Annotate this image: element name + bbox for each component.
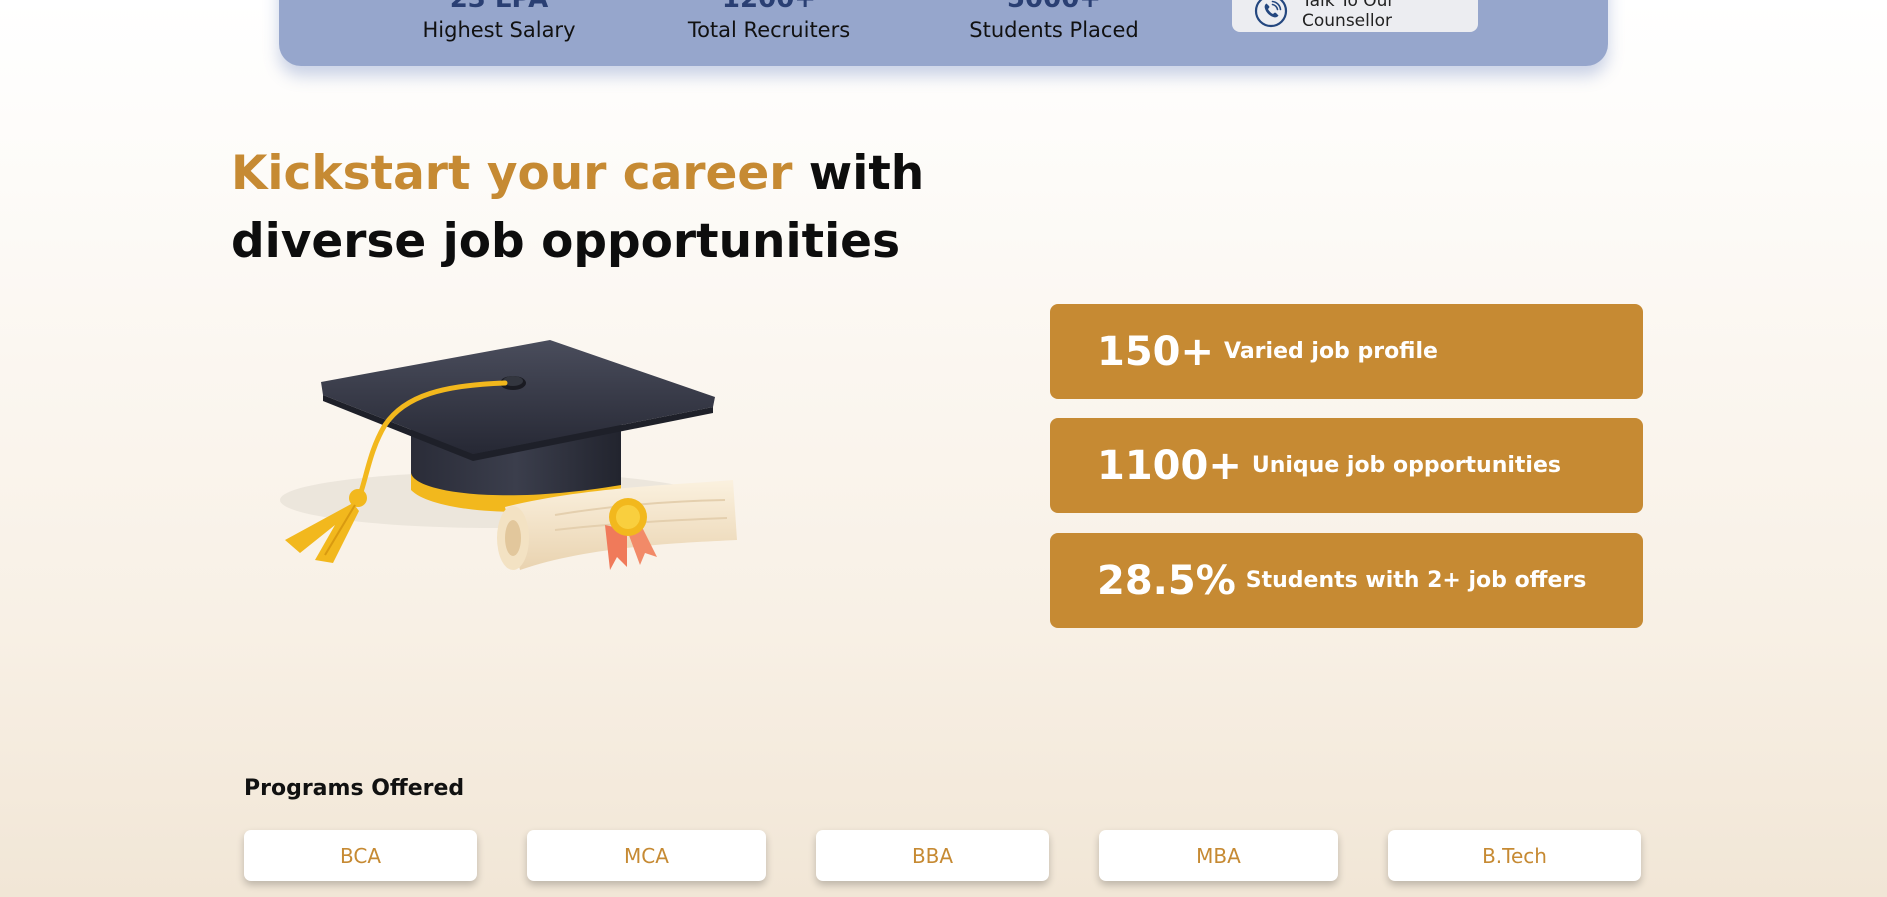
- page-headline: Kickstart your career with diverse job op…: [231, 140, 924, 276]
- highlight-text: Varied job profile: [1224, 339, 1438, 364]
- stats-banner: 23 LPA Highest Salary 1200+ Total Recrui…: [279, 0, 1608, 66]
- phone-icon: [1254, 0, 1288, 28]
- stat-label: Students Placed: [969, 18, 1139, 42]
- headline-line2: diverse job opportunities: [231, 214, 901, 269]
- talk-to-counsellor-button[interactable]: Talk To Our Counsellor: [1232, 0, 1478, 32]
- program-button-bca[interactable]: BCA: [244, 830, 477, 881]
- highlight-card-job-opportunities: 1100+ Unique job opportunities: [1050, 418, 1643, 513]
- stat-label: Total Recruiters: [687, 18, 851, 42]
- highlight-card-job-profiles: 150+ Varied job profile: [1050, 304, 1643, 399]
- program-button-mca[interactable]: MCA: [527, 830, 766, 881]
- highlight-card-job-offers: 28.5% Students with 2+ job offers: [1050, 533, 1643, 628]
- program-button-mba[interactable]: MBA: [1099, 830, 1338, 881]
- headline-accent: Kickstart your career: [231, 146, 793, 201]
- program-button-btech[interactable]: B.Tech: [1388, 830, 1641, 881]
- stat-value: 5000+: [944, 0, 1164, 14]
- stat-value: 1200+: [669, 0, 869, 14]
- stat-students-placed: 5000+ Students Placed: [944, 0, 1164, 44]
- highlight-number: 1100+: [1097, 442, 1242, 489]
- stat-total-recruiters: 1200+ Total Recruiters: [669, 0, 869, 44]
- stat-highest-salary: 23 LPA Highest Salary: [399, 0, 599, 44]
- graduation-cap-illustration: [280, 340, 737, 570]
- counsellor-button-label: Talk To Our Counsellor: [1302, 0, 1395, 31]
- stat-label: Highest Salary: [422, 18, 576, 42]
- stat-value: 23 LPA: [399, 0, 599, 14]
- highlight-number: 150+: [1097, 328, 1215, 375]
- highlight-number: 28.5%: [1097, 557, 1236, 604]
- headline-rest: with: [792, 146, 925, 201]
- highlight-text: Unique job opportunities: [1251, 453, 1561, 478]
- highlight-text: Students with 2+ job offers: [1245, 568, 1587, 593]
- programs-offered-title: Programs Offered: [244, 776, 465, 801]
- program-button-bba[interactable]: BBA: [816, 830, 1049, 881]
